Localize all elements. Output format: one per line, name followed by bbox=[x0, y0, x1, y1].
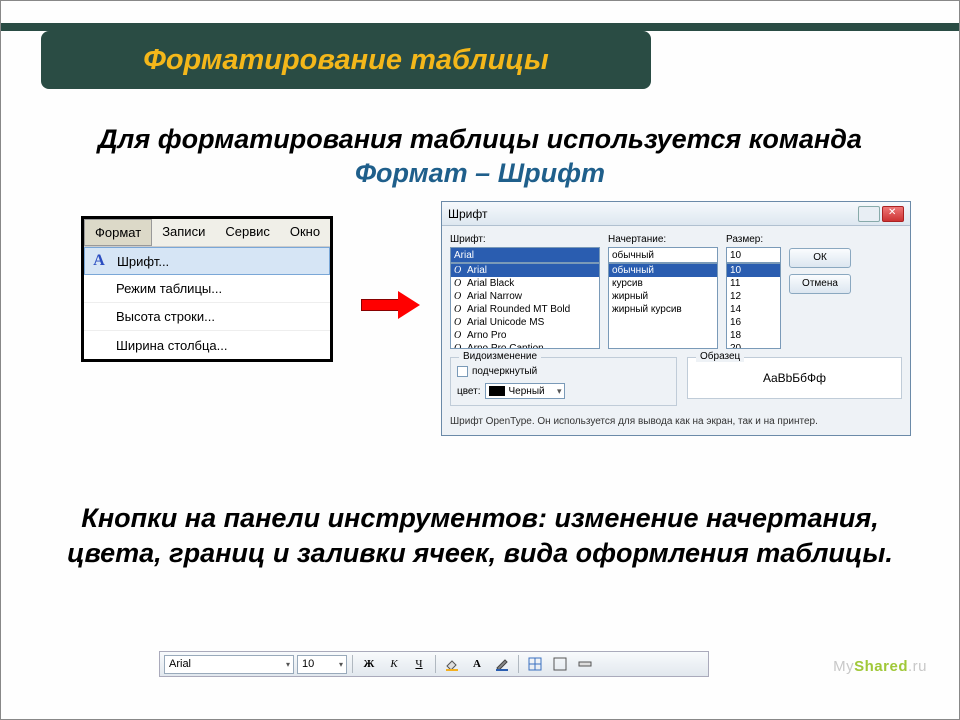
border-icon bbox=[552, 656, 568, 672]
menu-item-label: Высота строки... bbox=[112, 309, 330, 324]
bucket-icon bbox=[444, 656, 460, 672]
menu-service[interactable]: Сервис bbox=[215, 219, 280, 246]
pen-icon bbox=[494, 656, 510, 672]
line-color-button[interactable] bbox=[491, 654, 513, 674]
menu-item-label: Шрифт... bbox=[113, 254, 329, 269]
slide-title: Форматирование таблицы bbox=[143, 44, 549, 77]
dialog-footer-text: Шрифт OpenType. Он используется для выво… bbox=[442, 412, 910, 435]
font-select[interactable]: Arial ▾ bbox=[164, 655, 294, 674]
sample-box: Образец AaBbБбФф bbox=[687, 357, 902, 399]
size-label: Размер: bbox=[726, 234, 781, 245]
special-effect-button[interactable] bbox=[574, 654, 596, 674]
checkbox-icon bbox=[457, 366, 468, 377]
menu-item-rowheight[interactable]: Высота строки... bbox=[84, 303, 330, 331]
font-input[interactable]: Arial bbox=[450, 247, 600, 263]
toolbar-caption: Кнопки на панели инструментов: изменение… bbox=[56, 501, 904, 571]
font-label: Шрифт: bbox=[450, 234, 600, 245]
font-dialog: Шрифт Шрифт: Arial OArial OArial Black O… bbox=[441, 201, 911, 436]
size-list[interactable]: 10 11 12 14 16 18 20 bbox=[726, 263, 781, 349]
watermark: MyShared.ru bbox=[833, 658, 927, 675]
grid-icon bbox=[527, 656, 543, 672]
separator bbox=[435, 655, 436, 673]
menu-format[interactable]: Формат bbox=[84, 219, 152, 246]
style-input[interactable]: обычный bbox=[608, 247, 718, 263]
arrow-icon bbox=[361, 291, 421, 319]
size-select[interactable]: 10 ▾ bbox=[297, 655, 347, 674]
color-select[interactable]: Черный ▾ bbox=[485, 383, 565, 399]
color-swatch-icon bbox=[489, 386, 505, 396]
font-color-button[interactable]: A bbox=[466, 654, 488, 674]
sample-label: Образец bbox=[696, 351, 744, 362]
bold-button[interactable]: Ж bbox=[358, 654, 380, 674]
top-stripe bbox=[1, 23, 959, 31]
chevron-down-icon: ▾ bbox=[339, 660, 343, 669]
underline-checkbox[interactable]: подчеркнутый bbox=[457, 366, 670, 377]
menu-item-font[interactable]: A Шрифт... bbox=[84, 247, 330, 275]
style-list[interactable]: обычный курсив жирный жирный курсив bbox=[608, 263, 718, 349]
chevron-down-icon: ▾ bbox=[557, 386, 562, 397]
border-button[interactable] bbox=[549, 654, 571, 674]
effect-icon bbox=[577, 656, 593, 672]
font-icon: A bbox=[85, 252, 113, 270]
dialog-titlebar: Шрифт bbox=[442, 202, 910, 226]
help-button[interactable] bbox=[858, 206, 880, 222]
slide-title-box: Форматирование таблицы bbox=[41, 31, 651, 89]
separator bbox=[352, 655, 353, 673]
menu-dropdown: A Шрифт... Режим таблицы... Высота строк… bbox=[84, 247, 330, 359]
gridlines-button[interactable] bbox=[524, 654, 546, 674]
close-button[interactable] bbox=[882, 206, 904, 222]
menu-window[interactable]: Окно bbox=[280, 219, 330, 246]
ok-button[interactable]: ОК bbox=[789, 248, 851, 268]
fill-color-button[interactable] bbox=[441, 654, 463, 674]
cancel-button[interactable]: Отмена bbox=[789, 274, 851, 294]
intro-accent: Формат – Шрифт bbox=[355, 158, 605, 188]
style-label: Начертание: bbox=[608, 234, 718, 245]
menu-item-label: Режим таблицы... bbox=[112, 281, 330, 296]
menu-records[interactable]: Записи bbox=[152, 219, 215, 246]
font-list[interactable]: OArial OArial Black OArial Narrow OArial… bbox=[450, 263, 600, 349]
formatting-toolbar: Arial ▾ 10 ▾ Ж К Ч A bbox=[159, 651, 709, 677]
size-input[interactable]: 10 bbox=[726, 247, 781, 263]
menu-item-tablemode[interactable]: Режим таблицы... bbox=[84, 275, 330, 303]
menu-item-label: Ширина столбца... bbox=[112, 338, 330, 353]
format-menu: Формат Записи Сервис Окно A Шрифт... Реж… bbox=[81, 216, 333, 362]
menu-bar: Формат Записи Сервис Окно bbox=[84, 219, 330, 247]
italic-button[interactable]: К bbox=[383, 654, 405, 674]
slide: Форматирование таблицы Для форматировани… bbox=[0, 0, 960, 720]
menu-item-colwidth[interactable]: Ширина столбца... bbox=[84, 331, 330, 359]
sample-text: AaBbБбФф bbox=[763, 371, 826, 385]
chevron-down-icon: ▾ bbox=[286, 660, 290, 669]
intro-text: Для форматирования таблицы используется … bbox=[61, 123, 899, 191]
intro-plain: Для форматирования таблицы используется … bbox=[98, 124, 862, 154]
separator bbox=[518, 655, 519, 673]
underline-button[interactable]: Ч bbox=[408, 654, 430, 674]
mod-group-label: Видоизменение bbox=[459, 351, 541, 362]
color-label: цвет: bbox=[457, 386, 481, 397]
dialog-title: Шрифт bbox=[448, 207, 858, 221]
